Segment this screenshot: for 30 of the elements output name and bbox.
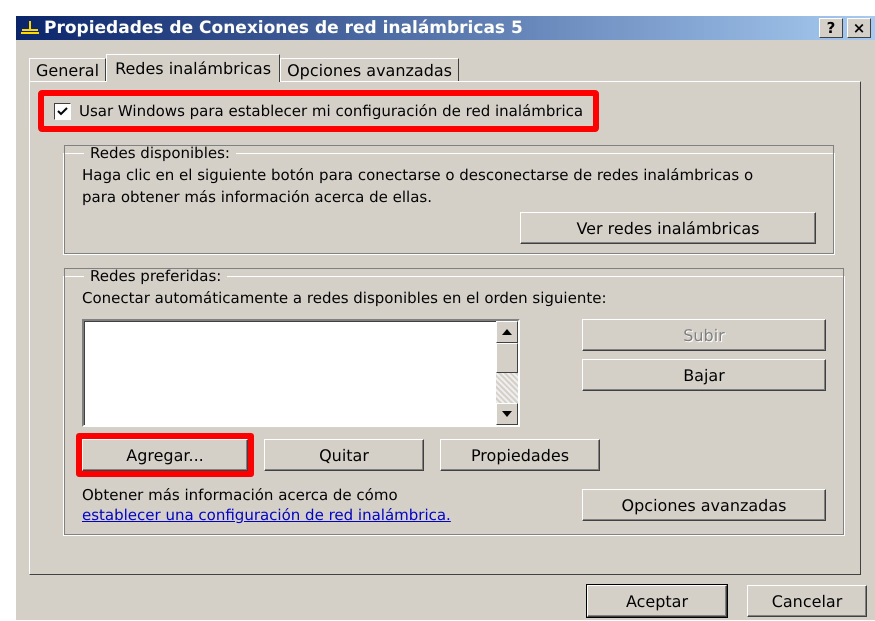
scroll-up-button[interactable] [496,321,518,343]
check-icon [57,106,68,116]
arrow-down-icon [502,411,512,417]
tab[interactable]: Redes inalámbricas [106,54,280,82]
scroll-thumb[interactable] [496,343,518,373]
info-text: Obtener más información acerca de cómo [82,485,399,505]
group-title: Redes preferidas: [89,267,222,285]
scroll-down-button[interactable] [496,403,518,425]
checkbox[interactable] [54,102,71,120]
arrow-up-icon [502,329,512,335]
close-button[interactable]: × [847,18,871,38]
advanced-options-button[interactable]: Opciones avanzadas [582,489,826,521]
description-text: Haga clic en el siguiente botón para conectarse o desconectarse de redes inalámbricas o para obtener más información acerca de ellas. [82,165,754,208]
description-text: Conectar automáticamente a redes disponibles en el orden siguiente: [82,288,608,309]
help-link[interactable]: establecer una configuración de red inalámbrica. [82,505,451,525]
view-networks-button[interactable]: Ver redes inalámbricas [520,212,816,244]
cancel-button[interactable]: Cancelar [747,585,867,617]
list-action-button[interactable]: Agregar... [82,439,248,471]
list-action-button[interactable]: Propiedades [440,439,600,471]
list-action-button[interactable]: Quitar [264,439,424,471]
tab[interactable]: Opciones avanzadas [280,58,459,81]
window-title: Propiedades de Conexiones de red inalámbricas 5 [44,18,524,38]
network-list[interactable] [82,319,520,427]
help-button[interactable]: ? [819,18,843,38]
network-icon [20,21,40,35]
group-title: Redes disponibles: [89,144,231,162]
tab[interactable]: General [29,58,106,81]
ok-button[interactable]: Aceptar [587,585,727,617]
down-button[interactable]: Bajar [582,359,826,391]
checkbox-label: Usar Windows para establecer mi configuración de red inalámbrica [79,102,584,120]
